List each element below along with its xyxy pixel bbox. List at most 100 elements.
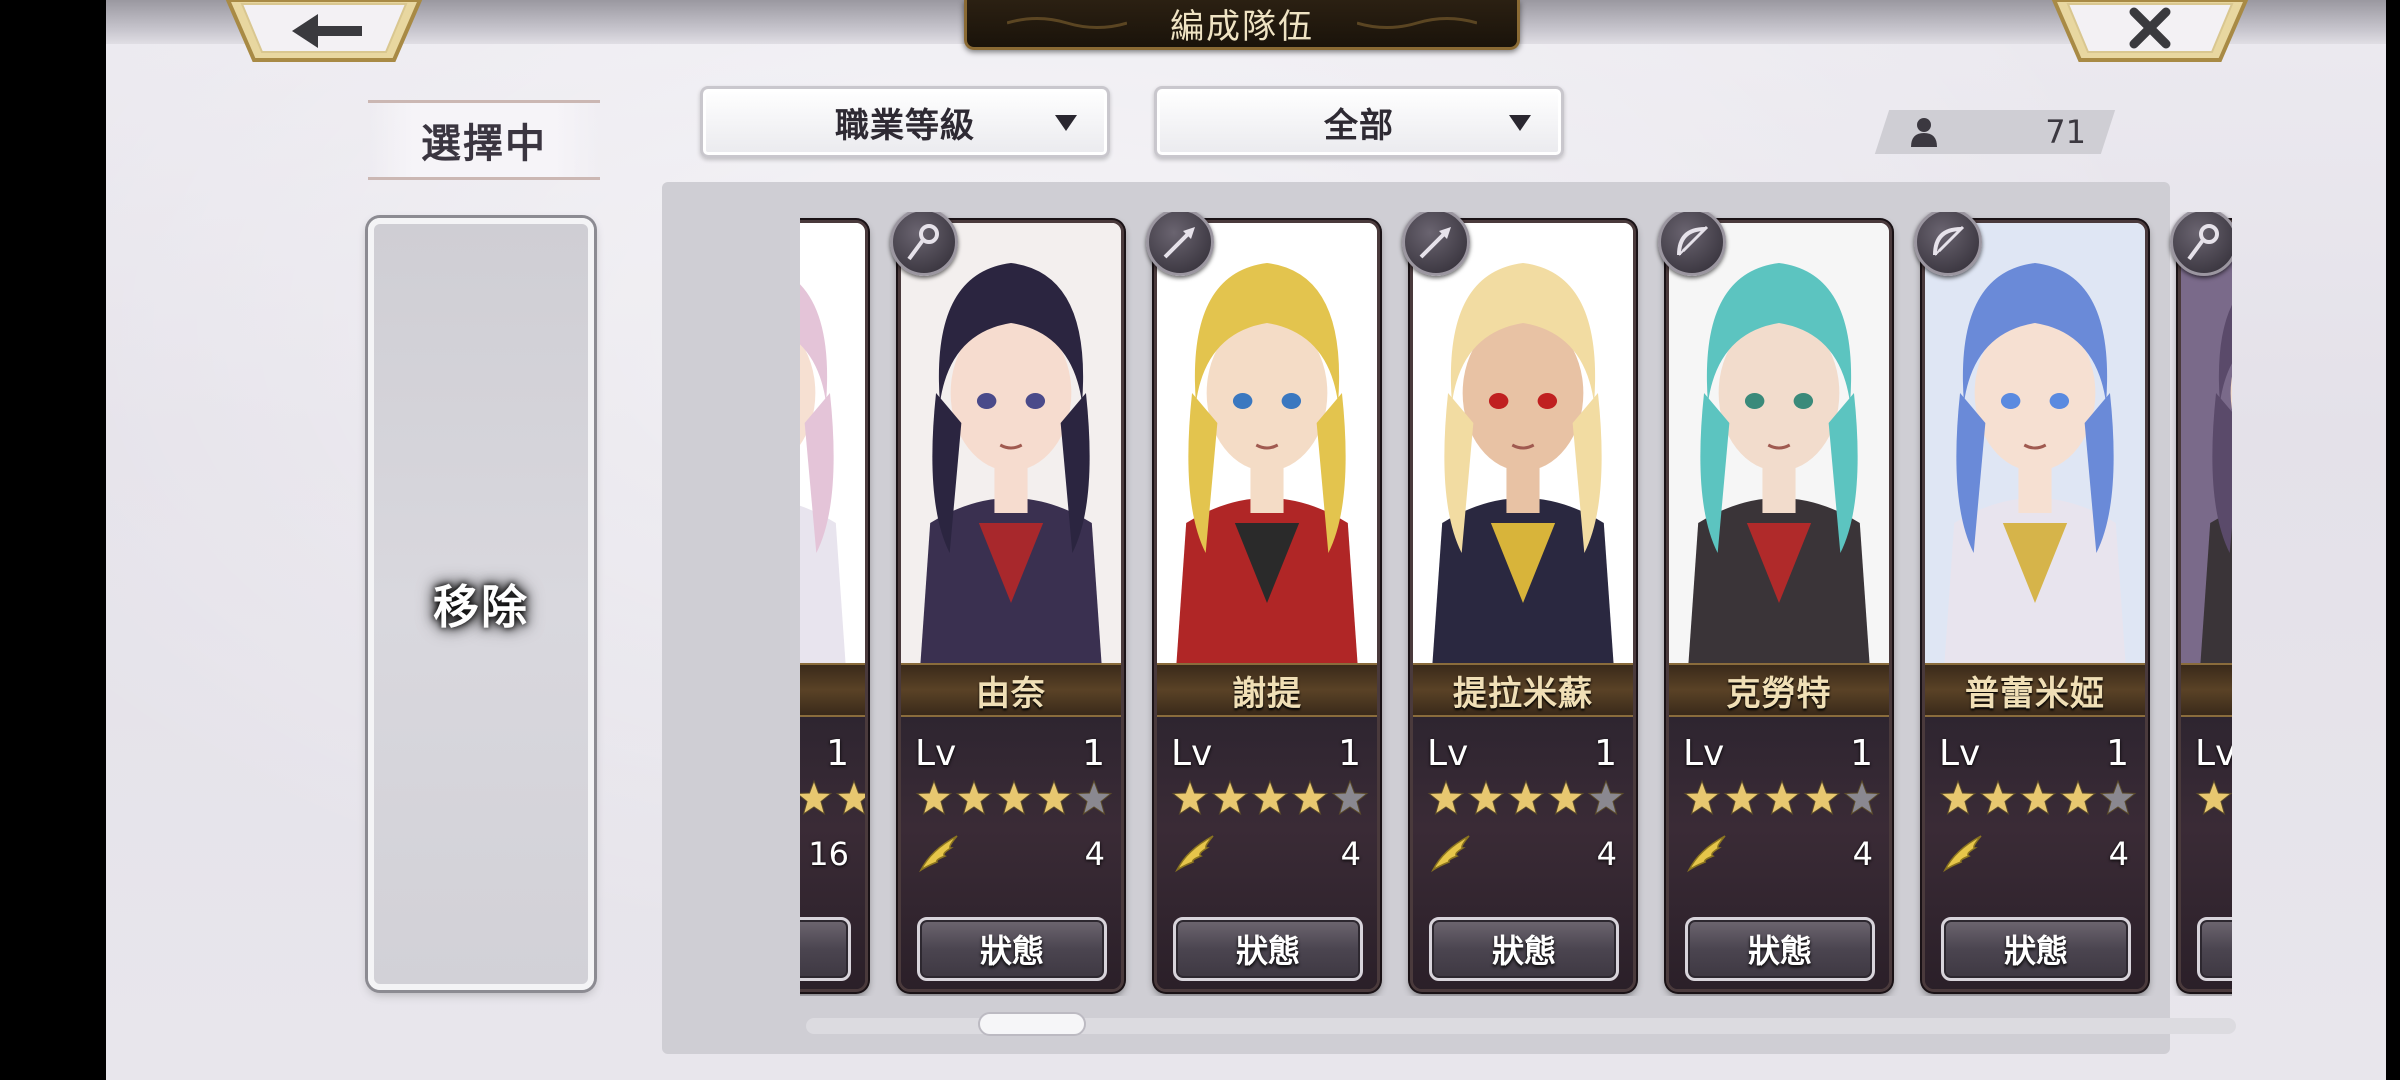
level-value: 1 bbox=[1338, 732, 1361, 774]
rank-value: 4 bbox=[2108, 835, 2129, 873]
ornament-icon bbox=[1007, 17, 1127, 29]
level-value: 1 bbox=[1082, 732, 1105, 774]
chevron-down-icon bbox=[1509, 115, 1531, 131]
character-stats: Lv 1 4 狀態 bbox=[1413, 717, 1633, 989]
character-name: 普蕾米婭 bbox=[1965, 673, 2105, 714]
status-button[interactable]: 狀態 bbox=[1941, 917, 2131, 981]
rank-row: 16 bbox=[800, 829, 849, 879]
team-formation-screen: 編成隊伍 選擇中 移除 職業等級 全部 71 1 16 由奈 Lv 1 4 狀態… bbox=[106, 0, 2386, 1080]
character-nameplate: 克勞特 bbox=[1669, 663, 1889, 717]
level-row: Lv 1 bbox=[1683, 731, 1873, 775]
ornament-icon bbox=[1357, 17, 1477, 29]
status-button-label: 狀態 bbox=[979, 932, 1044, 970]
close-button[interactable] bbox=[2050, 0, 2250, 64]
character-portrait bbox=[800, 223, 865, 663]
character-stats: Lv 1 4 狀態 bbox=[1925, 717, 2145, 989]
chevron-down-icon bbox=[1055, 115, 1077, 131]
character-card-partial[interactable]: 1 16 bbox=[800, 220, 868, 992]
level-value: 1 bbox=[826, 732, 849, 774]
character-card[interactable]: 謝提 Lv 1 4 狀態 bbox=[1154, 220, 1380, 992]
character-name: 提拉米蘇 bbox=[1453, 673, 1593, 714]
level-row: Lv 1 bbox=[1939, 731, 2129, 775]
rarity-stars bbox=[1939, 779, 2137, 819]
character-nameplate bbox=[2181, 663, 2232, 717]
level-row: Lv 1 bbox=[1171, 731, 1361, 775]
status-button-label: 狀態 bbox=[1235, 932, 1300, 970]
character-portrait bbox=[901, 223, 1121, 663]
rank-row: 4 bbox=[1941, 829, 2129, 879]
screen-title: 編成隊伍 bbox=[1170, 7, 1314, 47]
wing-icon bbox=[1429, 830, 1473, 878]
rank-row: 4 bbox=[1685, 829, 1873, 879]
level-value: 1 bbox=[1850, 732, 1873, 774]
rarity-stars bbox=[1427, 779, 1625, 819]
level-label: Lv bbox=[1683, 732, 1725, 774]
rank-value: 4 bbox=[1852, 835, 1873, 873]
rank-value: 16 bbox=[808, 835, 849, 873]
rank-value: 4 bbox=[1596, 835, 1617, 873]
rank-value: 4 bbox=[1084, 835, 1105, 873]
character-portrait bbox=[1669, 223, 1889, 663]
level-row: Lv 1 bbox=[915, 731, 1105, 775]
level-label: Lv bbox=[1171, 732, 1213, 774]
status-button[interactable]: 狀態 bbox=[1173, 917, 1363, 981]
character-portrait bbox=[1413, 223, 1633, 663]
rarity-stars bbox=[2195, 779, 2232, 819]
status-button[interactable]: 狀態 bbox=[917, 917, 1107, 981]
status-button[interactable] bbox=[800, 917, 851, 981]
status-button[interactable]: 狀態 bbox=[1685, 917, 1875, 981]
sort-dropdown[interactable]: 職業等級 bbox=[700, 86, 1110, 158]
rarity-stars bbox=[1171, 779, 1369, 819]
character-stats: Lv 1 4 狀態 bbox=[1669, 717, 1889, 989]
character-portrait bbox=[2181, 223, 2232, 663]
rank-value: 4 bbox=[1340, 835, 1361, 873]
character-nameplate: 普蕾米婭 bbox=[1925, 663, 2145, 717]
character-stats: 1 16 bbox=[800, 717, 865, 989]
screen-title-plate: 編成隊伍 bbox=[964, 0, 1520, 50]
character-stats: Lv bbox=[2181, 717, 2232, 989]
wing-icon bbox=[1941, 830, 1985, 878]
character-nameplate: 由奈 bbox=[901, 663, 1121, 717]
character-card[interactable]: 克勞特 Lv 1 4 狀態 bbox=[1666, 220, 1892, 992]
character-stats: Lv 1 4 狀態 bbox=[901, 717, 1121, 989]
character-nameplate: 謝提 bbox=[1157, 663, 1377, 717]
unit-count-value: 71 bbox=[2045, 113, 2086, 151]
filter-dropdown[interactable]: 全部 bbox=[1154, 86, 1564, 158]
character-card-partial[interactable]: Lv bbox=[2178, 220, 2232, 992]
selected-header: 選擇中 bbox=[368, 100, 600, 180]
level-label: Lv bbox=[1427, 732, 1469, 774]
character-portrait bbox=[1925, 223, 2145, 663]
remove-label: 移除 bbox=[433, 580, 529, 634]
status-button-label: 狀態 bbox=[2003, 932, 2068, 970]
selected-title: 選擇中 bbox=[421, 120, 547, 167]
character-card[interactable]: 提拉米蘇 Lv 1 4 狀態 bbox=[1410, 220, 1636, 992]
status-button-label: 狀態 bbox=[1491, 932, 1556, 970]
level-label: Lv bbox=[2195, 732, 2232, 774]
character-nameplate bbox=[800, 663, 865, 717]
remove-slot-button[interactable]: 移除 bbox=[368, 218, 594, 990]
wing-icon bbox=[1685, 830, 1729, 878]
back-button[interactable] bbox=[224, 0, 424, 64]
level-label: Lv bbox=[1939, 732, 1981, 774]
filter-dropdown-label: 全部 bbox=[1324, 105, 1394, 146]
level-row: Lv bbox=[2195, 731, 2232, 775]
character-portrait bbox=[1157, 223, 1377, 663]
person-icon bbox=[1911, 118, 1937, 147]
card-list[interactable]: 1 16 由奈 Lv 1 4 狀態 謝提 Lv 1 4 狀態 提拉米蘇 Lv 1… bbox=[800, 212, 2232, 996]
scrollbar-thumb[interactable] bbox=[978, 1012, 1086, 1036]
character-card[interactable]: 普蕾米婭 Lv 1 4 狀態 bbox=[1922, 220, 2148, 992]
level-row: 1 bbox=[800, 731, 849, 775]
rarity-stars bbox=[800, 779, 865, 819]
character-name: 謝提 bbox=[1232, 673, 1302, 714]
level-label: Lv bbox=[915, 732, 957, 774]
unit-count: 71 bbox=[1882, 110, 2108, 154]
status-button[interactable]: 狀態 bbox=[1429, 917, 1619, 981]
character-name: 克勞特 bbox=[1726, 673, 1832, 714]
wing-icon bbox=[917, 830, 961, 878]
status-button[interactable] bbox=[2197, 917, 2232, 981]
rank-row: 4 bbox=[917, 829, 1105, 879]
level-row: Lv 1 bbox=[1427, 731, 1617, 775]
character-card[interactable]: 由奈 Lv 1 4 狀態 bbox=[898, 220, 1124, 992]
rarity-stars bbox=[1683, 779, 1881, 819]
status-button-label: 狀態 bbox=[1747, 932, 1812, 970]
